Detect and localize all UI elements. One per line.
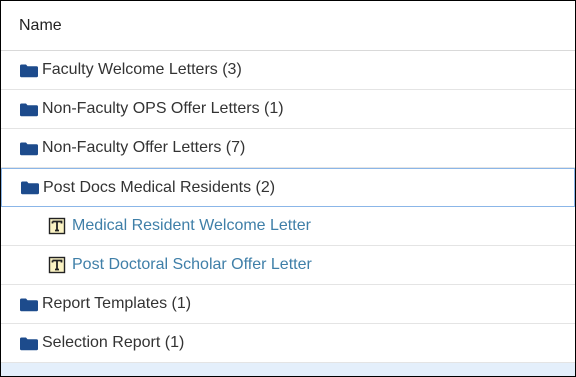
folder-label: Faculty Welcome Letters (3)	[42, 61, 242, 78]
document-row-post-doctoral-scholar-offer-letter[interactable]: Post Doctoral Scholar Offer Letter	[1, 246, 575, 285]
folder-row-report-templates[interactable]: Report Templates (1)	[1, 285, 575, 324]
folder-icon	[21, 181, 39, 195]
folder-icon	[20, 103, 38, 116]
folder-row-non-faculty-offer-letters[interactable]: Non-Faculty Offer Letters (7)	[1, 129, 575, 168]
folder-row-faculty-welcome-letters[interactable]: Faculty Welcome Letters (3)	[1, 51, 575, 90]
next-row-partial[interactable]	[1, 363, 575, 376]
folder-row-non-faculty-ops-offer-letters[interactable]: Non-Faculty OPS Offer Letters (1)	[1, 90, 575, 129]
document-link: Medical Resident Welcome Letter	[72, 217, 311, 234]
folder-label: Non-Faculty Offer Letters (7)	[42, 139, 246, 156]
template-list-panel: Name Faculty Welcome Letters (3) Non-Fac…	[0, 0, 576, 377]
folder-icon	[20, 142, 38, 155]
name-header-label: Name	[19, 16, 62, 34]
folder-icon	[20, 64, 38, 77]
folder-icon	[20, 337, 38, 350]
document-link: Post Doctoral Scholar Offer Letter	[72, 256, 312, 273]
document-row-medical-resident-welcome-letter[interactable]: Medical Resident Welcome Letter	[1, 207, 575, 246]
folder-label: Report Templates (1)	[42, 295, 192, 312]
folder-row-post-docs-medical-residents[interactable]: Post Docs Medical Residents (2)	[1, 168, 575, 207]
text-document-icon	[48, 256, 66, 274]
folder-row-selection-report[interactable]: Selection Report (1)	[1, 324, 575, 363]
folder-label: Non-Faculty OPS Offer Letters (1)	[42, 100, 284, 117]
folder-icon	[20, 298, 38, 311]
text-document-icon	[48, 217, 66, 235]
folder-label: Selection Report (1)	[42, 334, 185, 351]
folder-label: Post Docs Medical Residents (2)	[43, 178, 276, 196]
name-column-header[interactable]: Name	[1, 1, 575, 51]
template-list: Faculty Welcome Letters (3) Non-Faculty …	[1, 51, 575, 376]
